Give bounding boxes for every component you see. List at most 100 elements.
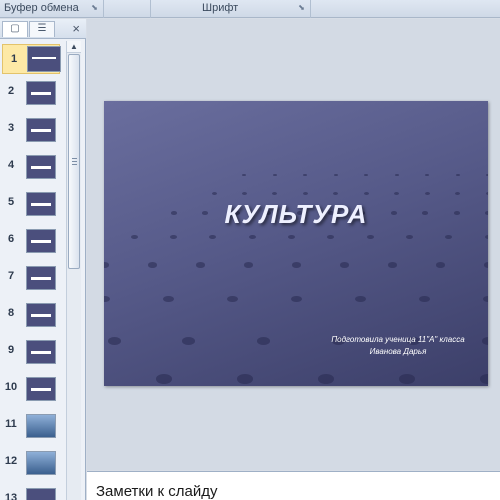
slide-thumbnail[interactable]: 7 [0,263,66,297]
decorative-dot [209,234,217,240]
slide-number: 7 [7,270,15,282]
notes-pane[interactable]: Заметки к слайду [87,471,500,500]
decorative-dot [445,234,453,240]
decorative-dot [169,234,177,240]
slide-thumbnail[interactable]: 4 [0,152,66,186]
slide-number: 13 [4,492,18,500]
decorative-dot [333,191,339,195]
slide-editor: КУЛЬТУРА Подготовила ученица 11"А" класс… [87,19,500,470]
slide-thumbnail[interactable]: 9 [0,337,66,371]
slide-thumbnail[interactable]: 11 [0,411,66,445]
decorative-dot [226,295,238,303]
decorative-dot [455,191,461,195]
slide-thumbnail[interactable]: 12 [0,448,66,482]
slide-number: 5 [7,196,15,208]
slide-preview [26,488,56,500]
outline-tab-icon: ☰ [37,23,47,34]
preview-text-block [31,166,51,169]
slide-preview [26,266,56,290]
close-icon[interactable]: × [72,21,80,37]
ribbon-divider [103,0,104,18]
preview-text-block [31,277,51,280]
decorative-dot [243,262,253,268]
decorative-dot [333,173,338,177]
slide-preview [26,377,56,401]
slide-thumbnail[interactable]: 13 [0,485,66,500]
clipboard-group-label: Буфер обмена [4,2,79,14]
font-launcher-icon[interactable]: ⬊ [297,4,306,13]
slide-subtitle[interactable]: Подготовила ученица 11"А" класса Иванова… [314,334,482,358]
decorative-dot [248,234,256,240]
decorative-dot [405,234,413,240]
slide-number: 6 [7,233,15,245]
thumbnails-scrollbar[interactable]: ▲ [66,41,81,500]
scroll-thumb[interactable] [68,54,80,269]
preview-title-line [32,57,56,59]
decorative-dot [211,191,217,195]
slide-thumbnail[interactable]: 5 [0,189,66,223]
decorative-dot [318,374,334,384]
slide-preview [26,303,56,327]
decorative-dot [257,337,271,345]
decorative-dot [394,191,400,195]
decorative-dot [480,374,488,384]
slide-preview [26,81,56,105]
slide-thumbnail[interactable]: 3 [0,115,66,149]
preview-text-block [31,129,51,132]
subtitle-line-1: Подготовила ученица 11"А" класса [331,335,465,344]
scroll-up-icon[interactable]: ▲ [67,41,81,53]
decorative-dot [104,262,109,268]
font-group-label: Шрифт [202,2,239,14]
slide-thumbnail[interactable]: 8 [0,300,66,334]
slide-number: 11 [5,418,17,430]
slide-number: 8 [7,307,15,319]
decorative-dot [481,337,488,345]
decorative-dot [272,191,278,195]
slides-panel: ▢ ☰ × 1 2 3 4 5 6 7 8 9 10 11 12 13 ▲ [0,19,86,500]
slide-thumbnail[interactable]: 2 [0,78,66,112]
decorative-dot [486,173,488,177]
tab-slides[interactable]: ▢ [2,21,28,37]
decorative-dot [364,173,368,177]
slide-canvas[interactable]: КУЛЬТУРА Подготовила ученица 11"А" класс… [104,101,488,386]
preview-text-block [31,351,51,354]
decorative-dot [482,295,488,303]
slide-number: 10 [4,381,18,393]
slide-number: 9 [7,344,15,356]
slide-thumbnails: 1 2 3 4 5 6 7 8 9 10 11 12 13 [0,41,66,500]
slide-number: 2 [7,85,15,97]
decorative-dot [237,374,253,384]
preview-text-block [31,92,51,95]
grip-line [72,164,77,165]
decorative-dot [399,374,415,384]
decorative-dot [302,191,308,195]
slide-number: 12 [4,455,18,467]
decorative-dot [147,262,157,268]
ribbon-divider [150,0,151,18]
slide-number: 3 [7,122,15,134]
preview-text-block [31,388,51,391]
slide-thumbnail[interactable]: 6 [0,226,66,260]
slide-preview [27,46,61,72]
slide-title[interactable]: КУЛЬТУРА [104,199,488,230]
slide-preview [26,340,56,364]
slide-preview [26,451,56,475]
tab-outline[interactable]: ☰ [29,21,55,37]
decorative-dot [418,295,430,303]
decorative-dot [354,295,366,303]
decorative-dot [394,173,399,177]
slide-thumbnail[interactable]: 1 [2,44,61,74]
slide-thumbnail[interactable]: 10 [0,374,66,408]
decorative-dot [290,295,302,303]
clipboard-launcher-icon[interactable]: ⬊ [90,4,99,13]
decorative-dot [287,234,295,240]
decorative-dot [387,262,397,268]
decorative-dot [195,262,205,268]
slides-tab-icon: ▢ [10,23,20,34]
grip-line [72,158,77,159]
slide-preview [26,118,56,142]
decorative-dot [104,295,110,303]
decorative-dot [363,191,369,195]
decorative-dot [424,191,430,195]
preview-text-block [31,203,51,206]
